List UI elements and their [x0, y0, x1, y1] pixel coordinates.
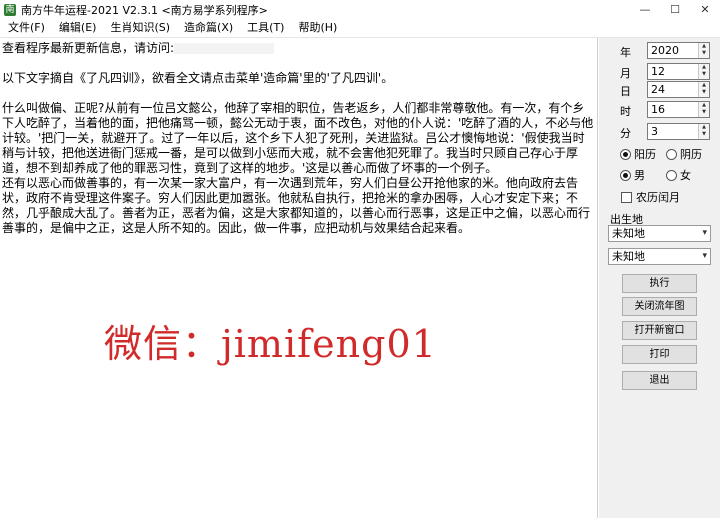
minute-label: 分: [620, 127, 631, 140]
minute-spin-icon[interactable]: ▲ ▼: [698, 124, 709, 139]
radio-male[interactable]: 男: [620, 168, 645, 182]
menu-zodiac[interactable]: 生肖知识(S): [103, 19, 177, 37]
radio-female[interactable]: 女: [666, 168, 691, 182]
options-panel: 年 2020 ▲ ▼ 月 12 ▲ ▼ 日 24 ▲ ▼ 时 16 ▲ ▼ 分 3 ▲ ▼ 阳历 阴…: [599, 38, 720, 518]
menu-edit[interactable]: 编辑(E): [52, 19, 104, 37]
chevron-down-icon: ▾: [702, 228, 707, 238]
hour-spin-icon[interactable]: ▲ ▼: [698, 102, 709, 117]
print-button[interactable]: 打印: [622, 345, 697, 364]
story-paragraph-2: 还有以恶心而做善事的，有一次某一家大富户，有一次遇到荒年，穷人们白昼公开抢他家的…: [2, 176, 591, 235]
year-row: 年 2020 ▲ ▼: [599, 42, 720, 60]
radio-lunar-label: 阴历: [680, 148, 702, 161]
run-button[interactable]: 执行: [622, 274, 697, 293]
minute-value: 3: [651, 125, 658, 138]
exit-button[interactable]: 退出: [622, 371, 697, 390]
close-button[interactable]: ✕: [690, 0, 720, 19]
radio-lunar[interactable]: 阴历: [666, 147, 702, 161]
radio-female-label: 女: [680, 169, 691, 182]
minute-field[interactable]: 3 ▲ ▼: [647, 123, 710, 140]
menu-fate[interactable]: 造命篇(X): [177, 19, 240, 37]
hour-field[interactable]: 16 ▲ ▼: [647, 101, 710, 118]
radio-lunar-indicator[interactable]: [666, 148, 677, 160]
radio-male-label: 男: [634, 169, 645, 182]
day-value: 24: [651, 83, 665, 96]
day-row: 日 24 ▲ ▼: [599, 81, 720, 99]
birthplace-select-2[interactable]: 未知地 ▾: [608, 248, 711, 265]
leap-month-check[interactable]: [621, 191, 632, 203]
radio-female-indicator[interactable]: [666, 169, 677, 181]
hour-row: 时 16 ▲ ▼: [599, 101, 720, 119]
window-controls: — ☐ ✕: [630, 0, 720, 19]
year-label: 年: [620, 46, 631, 59]
birthplace-value-2: 未知地: [612, 250, 645, 263]
open-new-window-button[interactable]: 打开新窗口: [622, 321, 697, 340]
birthplace-select-1[interactable]: 未知地 ▾: [608, 225, 711, 242]
leap-month-checkbox[interactable]: 农历闰月: [621, 190, 680, 204]
watermark-text: 微信：jimifeng01: [104, 322, 437, 366]
title-bar: 南 南方牛年运程-2021 V2.3.1 <南方易学系列程序> — ☐ ✕: [0, 0, 720, 19]
minute-row: 分 3 ▲ ▼: [599, 123, 720, 141]
redacted-url: [174, 43, 275, 54]
menu-bar: 文件(F) 编辑(E) 生肖知识(S) 造命篇(X) 工具(T) 帮助(H): [0, 19, 720, 38]
update-info-text: 查看程序最新更新信息，请访问:: [2, 41, 175, 55]
content-text-area[interactable]: 查看程序最新更新信息，请访问: 以下文字摘自《了凡四训》，欲看全文请点击菜单'造…: [0, 38, 598, 518]
day-label: 日: [620, 85, 631, 98]
month-spin-icon[interactable]: ▲ ▼: [698, 64, 709, 79]
chevron-down-icon: ▾: [702, 251, 707, 261]
app-icon: 南: [4, 3, 16, 16]
radio-male-indicator[interactable]: [620, 169, 631, 181]
menu-tools[interactable]: 工具(T): [240, 19, 291, 37]
birthplace-value-1: 未知地: [612, 227, 645, 240]
month-label: 月: [620, 67, 631, 80]
close-flow-chart-button[interactable]: 关闭流年图: [622, 297, 697, 316]
hour-value: 16: [651, 103, 665, 116]
update-info-line: 查看程序最新更新信息，请访问:: [2, 41, 595, 56]
month-value: 12: [651, 65, 665, 78]
hour-label: 时: [620, 105, 631, 118]
radio-solar-indicator[interactable]: [620, 148, 631, 160]
radio-solar-label: 阳历: [634, 148, 656, 161]
menu-help[interactable]: 帮助(H): [291, 19, 344, 37]
source-line: 以下文字摘自《了凡四训》，欲看全文请点击菜单'造命篇'里的'了凡四训'。: [2, 71, 394, 85]
year-value: 2020: [651, 44, 679, 57]
day-spin-icon[interactable]: ▲ ▼: [698, 82, 709, 97]
month-row: 月 12 ▲ ▼: [599, 63, 720, 81]
story-paragraph-1: 什么叫做偏、正呢?从前有一位吕文懿公，他辞了宰相的职位，告老返乡，人们都非常尊敬…: [2, 101, 594, 175]
month-field[interactable]: 12 ▲ ▼: [647, 63, 710, 80]
window-title: 南方牛年运程-2021 V2.3.1 <南方易学系列程序>: [21, 3, 268, 17]
day-field[interactable]: 24 ▲ ▼: [647, 81, 710, 98]
leap-month-label: 农历闰月: [636, 191, 680, 204]
year-spin-icon[interactable]: ▲ ▼: [698, 43, 709, 58]
menu-file[interactable]: 文件(F): [0, 19, 52, 37]
radio-solar[interactable]: 阳历: [620, 147, 656, 161]
minimize-button[interactable]: —: [630, 0, 660, 19]
maximize-button[interactable]: ☐: [660, 0, 690, 19]
year-field[interactable]: 2020 ▲ ▼: [647, 42, 710, 59]
